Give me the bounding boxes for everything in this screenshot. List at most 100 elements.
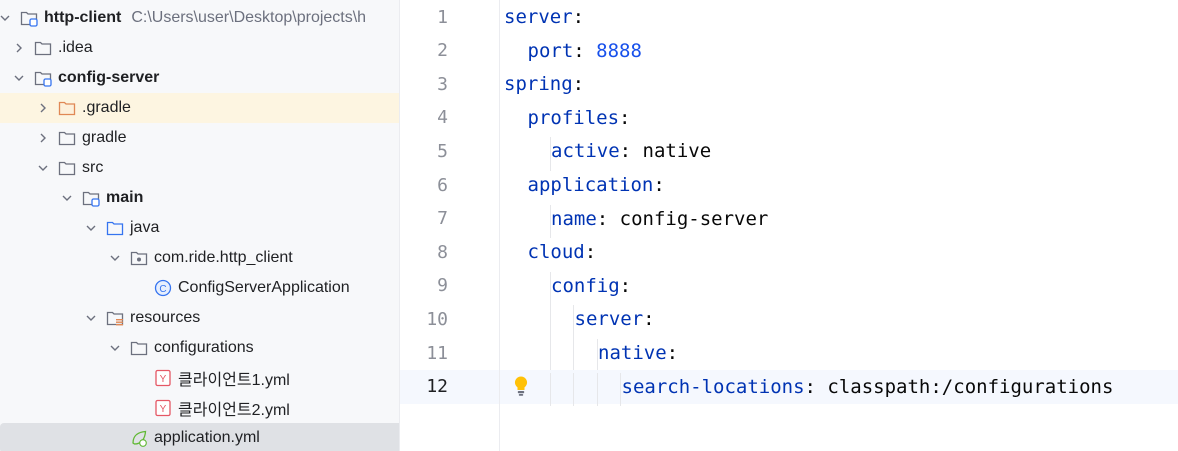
indent-guide [573, 339, 574, 373]
code-line[interactable]: 1 server: [400, 0, 1178, 34]
yaml-key: native [598, 342, 667, 364]
yaml-separator: : [619, 140, 643, 163]
tree-row-gradle[interactable]: .gradle [0, 93, 399, 123]
code-line[interactable]: 11 native: [400, 336, 1178, 370]
line-number: 5 [437, 140, 448, 162]
tree-item-label: configurations [154, 339, 254, 356]
chevron-right-icon[interactable] [12, 41, 26, 55]
indent-guide [549, 339, 551, 373]
svg-text:Y: Y [160, 404, 167, 415]
line-number: 6 [437, 174, 448, 196]
lightbulb-icon[interactable] [512, 375, 530, 397]
folder-icon [34, 39, 52, 57]
code-line[interactable]: 4 profiles: [400, 101, 1178, 135]
chevron-down-icon[interactable] [108, 341, 122, 355]
code-line[interactable]: 5 active: native [400, 134, 1178, 168]
yaml-key: server [504, 6, 573, 28]
folder-blue-icon [106, 219, 124, 237]
line-number: 2 [437, 40, 448, 62]
indent-guide [596, 372, 598, 407]
tree-item-label: com.ride.http_client [154, 249, 293, 266]
code-line[interactable]: 9 config: [400, 269, 1178, 303]
line-number: 7 [437, 208, 448, 230]
tree-item-label: 클라이언트2.yml [178, 402, 290, 419]
tree-row-resources[interactable]: resources [0, 303, 399, 333]
resources-folder-icon [106, 309, 124, 327]
project-path: C:\Users\user\Desktop\projects\h [131, 9, 367, 26]
chevron-down-icon[interactable] [0, 11, 12, 25]
chevron-down-icon[interactable] [108, 251, 122, 265]
svg-text:C: C [159, 284, 166, 295]
tree-item-label: src [82, 159, 104, 176]
tree-row-src[interactable]: src [0, 153, 399, 183]
line-number: 4 [437, 107, 448, 129]
yaml-separator: : [653, 174, 665, 196]
indent-guide [573, 372, 574, 407]
yaml-value: 8888 [596, 39, 642, 62]
folder-orange-icon [58, 99, 76, 117]
yaml-separator: : [573, 39, 597, 62]
line-number: 11 [426, 342, 448, 364]
tree-item-label: ConfigServerApplication [178, 279, 350, 296]
yaml-key: name [551, 207, 597, 230]
yaml-value: config-server [619, 207, 769, 230]
code-line[interactable]: 6 application: [400, 168, 1178, 202]
code-line[interactable]: 8 cloud: [400, 235, 1178, 269]
project-name: http-client [44, 9, 122, 26]
code-line[interactable]: 7 name: config-server [400, 202, 1178, 236]
indent-guide [573, 305, 574, 339]
svg-text:Y: Y [160, 374, 167, 385]
line-number: 9 [437, 275, 448, 297]
tree-row-gradle[interactable]: gradle [0, 123, 399, 153]
indent-guide [620, 372, 621, 407]
spring-yaml-icon [130, 429, 148, 447]
yaml-value: classpath:/configurations [827, 375, 1114, 398]
yaml-separator: : [584, 241, 597, 264]
tree-item-label: application.yml [154, 429, 260, 446]
yaml-separator: : [804, 375, 828, 398]
tree-row-project-root[interactable]: http-client C:\Users\user\Desktop\projec… [0, 3, 399, 33]
yaml-key: profiles [527, 106, 620, 129]
yaml-key: server [574, 308, 644, 331]
line-number: 1 [437, 6, 448, 28]
folder-icon [58, 129, 76, 147]
yaml-key: search-locations [621, 375, 805, 398]
tree-row-configurations[interactable]: configurations [0, 333, 399, 363]
spring-class-icon: C [154, 279, 172, 297]
chevron-down-icon[interactable] [12, 71, 26, 85]
source-root-folder-icon [82, 189, 100, 207]
chevron-down-icon[interactable] [84, 311, 98, 325]
yaml-key: cloud [527, 241, 585, 264]
chevron-down-icon[interactable] [36, 161, 50, 175]
tree-row-클라이언트2-yml[interactable]: Y 클라이언트2.yml [0, 393, 399, 423]
tree-row-com-ride-http-client[interactable]: com.ride.http_client [0, 243, 399, 273]
yaml-key: spring [504, 73, 573, 96]
module-folder-icon [20, 9, 38, 27]
tree-row-idea[interactable]: .idea [0, 33, 399, 63]
tree-row-config-server[interactable]: config-server [0, 63, 399, 93]
code-line[interactable]: 10 server: [400, 302, 1178, 336]
chevron-right-icon[interactable] [36, 101, 50, 115]
indent-guide [549, 271, 551, 306]
tree-item-label: .idea [58, 39, 93, 56]
yaml-file-icon: Y [154, 369, 172, 387]
code-editor[interactable]: 1 server: 2 port: 8888 3 spring: 4 profiles: 5 ac… [400, 0, 1178, 451]
gutter-separator [499, 0, 500, 451]
indent-guide [549, 204, 551, 239]
yaml-key: active [551, 140, 620, 163]
tree-row-클라이언트1-yml[interactable]: Y 클라이언트1.yml [0, 363, 399, 393]
indent-guide [596, 339, 598, 373]
code-line[interactable]: 3 spring: [400, 67, 1178, 101]
line-number: 8 [437, 241, 448, 263]
tree-row-application-yml[interactable]: application.yml [0, 423, 399, 451]
tree-row-configserverapplication[interactable]: C ConfigServerApplication [0, 273, 399, 303]
yaml-key: application [527, 174, 654, 196]
chevron-down-icon[interactable] [60, 191, 74, 205]
package-icon [130, 249, 148, 267]
code-line[interactable]: 2 port: 8888 [400, 34, 1178, 68]
chevron-right-icon[interactable] [36, 131, 50, 145]
chevron-down-icon[interactable] [84, 221, 98, 235]
tree-row-java[interactable]: java [0, 213, 399, 243]
yaml-value: native [642, 140, 712, 163]
tree-row-main[interactable]: main [0, 183, 399, 213]
